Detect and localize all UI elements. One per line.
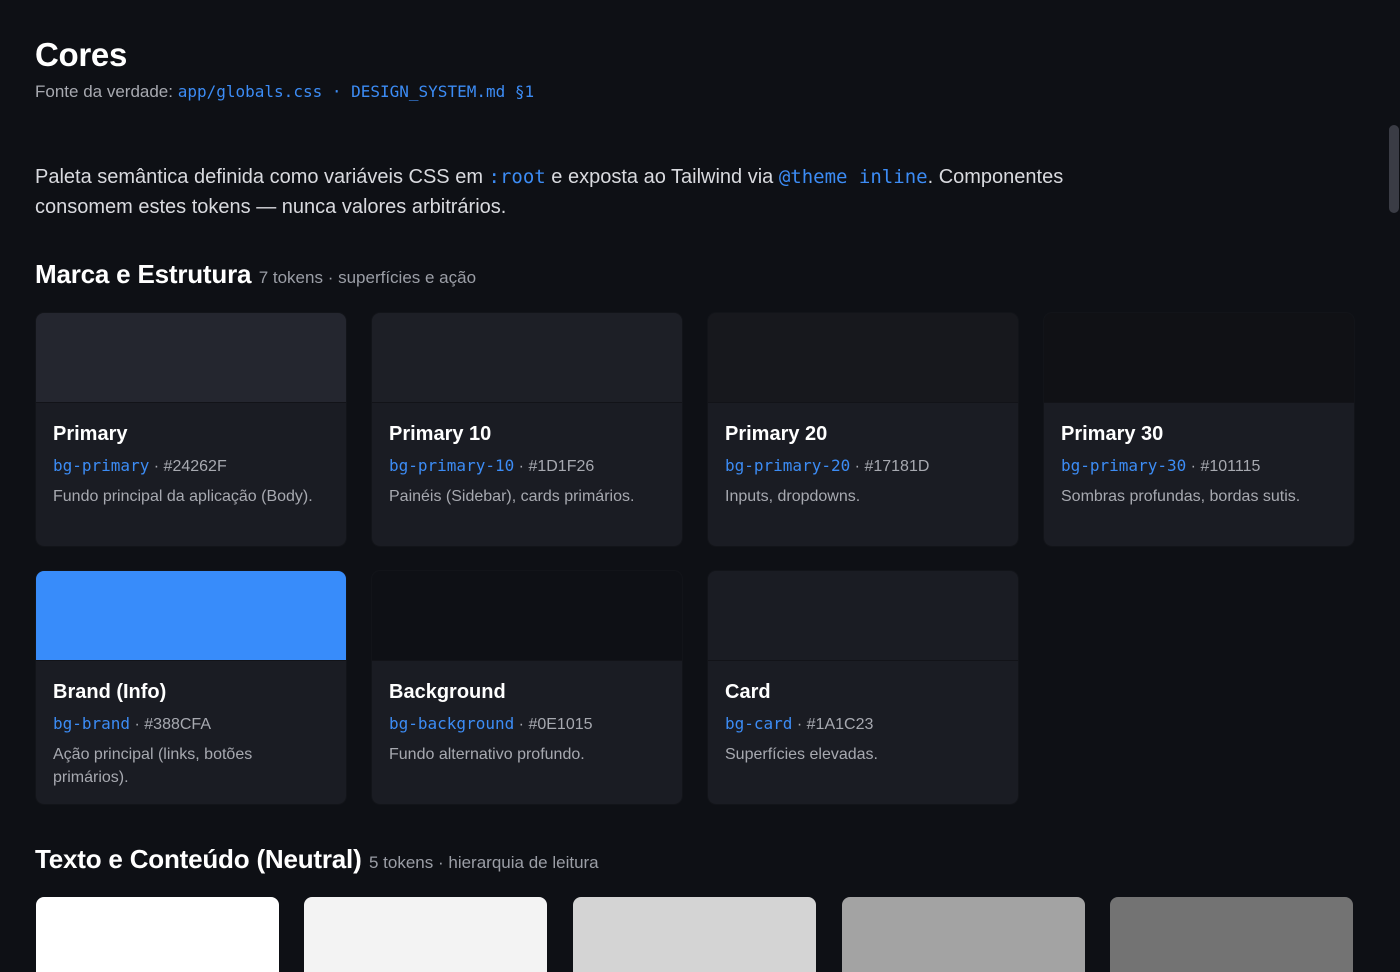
page-title: Cores: [35, 36, 128, 73]
swatch-name: Primary 10: [389, 423, 492, 445]
swatch-token-line: bg-primary-30 · #101115: [1061, 455, 1337, 478]
swatch-card-brand: Brand (Info) bg-brand · #388CFA Ação pri…: [36, 571, 346, 804]
neutral-swatch-3: [573, 897, 816, 972]
swatch-card-primary-30: Primary 30 bg-primary-30 · #101115 Sombr…: [1044, 313, 1354, 546]
swatch-description: Fundo principal da aplicação (Body).: [53, 488, 313, 505]
separator: ·: [792, 716, 807, 733]
neutral-swatch-2: [304, 897, 547, 972]
swatch-name: Brand (Info): [53, 681, 167, 703]
swatch-description: Painéis (Sidebar), cards primários.: [389, 488, 635, 505]
intro-text-2: e exposta ao Tailwind via: [545, 166, 779, 188]
source-path-link[interactable]: app/globals.css · DESIGN_SYSTEM.md §1: [178, 82, 534, 101]
separator: ·: [514, 716, 529, 733]
swatch-token-line: bg-primary-10 · #1D1F26: [389, 455, 665, 478]
neutral-swatch-5: [1110, 897, 1353, 972]
swatch-token-line: bg-brand · #388CFA: [53, 713, 329, 736]
swatch-token-line: bg-card · #1A1C23: [725, 713, 1001, 736]
vertical-scrollbar[interactable]: [1388, 0, 1400, 972]
swatch-name: Primary 20: [725, 423, 828, 445]
hex-value: #0E1015: [528, 716, 593, 733]
swatch-name: Background: [389, 681, 506, 703]
swatch-name: Primary 30: [1061, 423, 1164, 445]
intro-code-theme-inline: @theme inline: [778, 166, 928, 188]
source-of-truth: Fonte da verdade: app/globals.css · DESI…: [35, 82, 534, 102]
color-swatch: [36, 571, 346, 661]
swatch-body: Primary 30 bg-primary-30 · #101115 Sombr…: [1044, 403, 1354, 508]
separator: ·: [130, 716, 145, 733]
section-meta: 5 tokens · hierarquia de leitura: [369, 853, 599, 872]
neutral-swatch-4: [842, 897, 1085, 972]
section-title: Marca e Estrutura: [35, 259, 252, 289]
swatch-card-card: Card bg-card · #1A1C23 Superfícies eleva…: [708, 571, 1018, 804]
section-heading-brand: Marca e Estrutura 7 tokens · superfícies…: [35, 259, 476, 290]
swatch-body: Primary 10 bg-primary-10 · #1D1F26 Painé…: [372, 403, 682, 508]
color-swatch: [1044, 313, 1354, 403]
intro-text-1: Paleta semântica definida como variáveis…: [35, 166, 489, 188]
token-class: bg-background: [389, 714, 515, 733]
section-heading-neutral: Texto e Conteúdo (Neutral) 5 tokens · hi…: [35, 844, 599, 875]
neutral-swatch-1: [36, 897, 279, 972]
intro-code-root: :root: [488, 166, 546, 188]
swatch-token-line: bg-primary-20 · #17181D: [725, 455, 1001, 478]
token-class: bg-primary-10: [389, 456, 515, 475]
color-swatch: [36, 313, 346, 403]
token-class: bg-brand: [53, 714, 131, 733]
hex-value: #1A1C23: [806, 716, 874, 733]
swatch-description: Inputs, dropdowns.: [725, 488, 861, 505]
hex-value: #17181D: [864, 458, 930, 475]
color-swatch: [372, 571, 682, 661]
section-meta: 7 tokens · superfícies e ação: [258, 268, 477, 287]
swatch-body: Card bg-card · #1A1C23 Superfícies eleva…: [708, 661, 1018, 766]
swatch-description: Superfícies elevadas.: [725, 746, 878, 763]
separator: ·: [514, 458, 529, 475]
swatch-card-primary-20: Primary 20 bg-primary-20 · #17181D Input…: [708, 313, 1018, 546]
token-class: bg-primary-20: [725, 456, 851, 475]
swatch-token-line: bg-background · #0E1015: [389, 713, 665, 736]
swatch-token-line: bg-primary · #24262F: [53, 455, 329, 478]
source-label: Fonte da verdade:: [35, 82, 173, 101]
swatch-body: Primary bg-primary · #24262F Fundo princ…: [36, 403, 346, 508]
swatch-body: Background bg-background · #0E1015 Fundo…: [372, 661, 682, 766]
color-swatch: [708, 313, 1018, 403]
section-title: Texto e Conteúdo (Neutral): [35, 844, 362, 874]
hex-value: #388CFA: [144, 716, 211, 733]
swatch-description: Sombras profundas, bordas sutis.: [1061, 488, 1301, 505]
scrollbar-thumb[interactable]: [1389, 125, 1399, 213]
swatch-name: Card: [725, 681, 771, 703]
token-class: bg-primary: [53, 456, 150, 475]
color-swatch: [708, 571, 1018, 661]
hex-value: #1D1F26: [528, 458, 595, 475]
swatch-body: Primary 20 bg-primary-20 · #17181D Input…: [708, 403, 1018, 508]
swatch-body: Brand (Info) bg-brand · #388CFA Ação pri…: [36, 661, 346, 789]
swatch-description: Ação principal (links, botões primários)…: [53, 746, 253, 786]
swatch-description: Fundo alternativo profundo.: [389, 746, 585, 763]
separator: ·: [1186, 458, 1201, 475]
page: Cores Fonte da verdade: app/globals.css …: [0, 0, 1400, 972]
swatch-card-background: Background bg-background · #0E1015 Fundo…: [372, 571, 682, 804]
swatch-name: Primary: [53, 423, 128, 445]
color-swatch: [372, 313, 682, 403]
intro-paragraph: Paleta semântica definida como variáveis…: [35, 162, 1115, 222]
separator: ·: [149, 458, 164, 475]
swatch-card-primary-10: Primary 10 bg-primary-10 · #1D1F26 Painé…: [372, 313, 682, 546]
token-class: bg-card: [725, 714, 793, 733]
hex-value: #101115: [1200, 458, 1261, 475]
hex-value: #24262F: [163, 458, 227, 475]
swatch-card-primary: Primary bg-primary · #24262F Fundo princ…: [36, 313, 346, 546]
separator: ·: [850, 458, 865, 475]
token-class: bg-primary-30: [1061, 456, 1187, 475]
